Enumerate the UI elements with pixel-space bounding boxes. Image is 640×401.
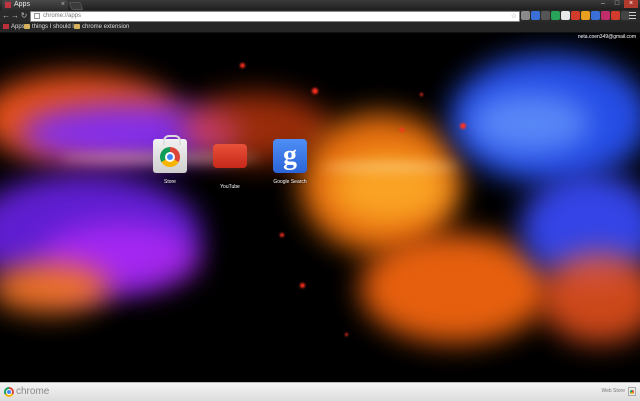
- tab-title: Apps: [14, 1, 30, 8]
- extension-icon[interactable]: [521, 11, 530, 20]
- tab-strip: Apps × – □ ×: [0, 0, 640, 10]
- extension-icon[interactable]: [611, 11, 620, 20]
- youtube-icon: [213, 144, 247, 178]
- address-bar-url[interactable]: chrome://apps: [43, 12, 81, 21]
- page-icon: [34, 13, 40, 19]
- app-label: Store: [164, 179, 176, 185]
- chrome-menu-button[interactable]: [628, 11, 637, 20]
- bookmark-star-icon[interactable]: ☆: [511, 12, 517, 21]
- app-youtube[interactable]: YouTube: [200, 139, 260, 190]
- new-tab-button[interactable]: [68, 2, 84, 10]
- bookmarks-bar: Apps things I should l... chrome extensi…: [0, 22, 640, 33]
- app-label: Google Search: [273, 179, 307, 185]
- close-window-button[interactable]: ×: [624, 0, 638, 8]
- address-bar[interactable]: chrome://apps ☆: [30, 11, 520, 22]
- bookmark-label: Apps: [11, 24, 25, 30]
- bookmark-apps[interactable]: Apps: [3, 22, 25, 32]
- apps-grid-icon: [5, 2, 11, 8]
- bookmark-label: chrome extension: [82, 24, 130, 30]
- google-search-icon: g: [273, 139, 307, 173]
- web-store-link[interactable]: Web Store: [601, 388, 625, 394]
- folder-icon: [24, 23, 30, 29]
- chrome-brand-text: chrome: [16, 386, 50, 397]
- apps-bottom-bar: chrome Web Store: [0, 382, 640, 401]
- chrome-logo-icon: [4, 387, 14, 397]
- extension-icon[interactable]: [541, 11, 550, 20]
- app-store[interactable]: Store: [140, 135, 200, 185]
- bookmark-label: things I should l...: [32, 24, 79, 30]
- bookmark-folder-chrome-extension[interactable]: chrome extension: [74, 22, 129, 32]
- chrome-web-store-icon: [153, 135, 187, 173]
- extension-icon[interactable]: [561, 11, 570, 20]
- signed-in-account[interactable]: neta.coen349@gmail.com: [578, 34, 636, 40]
- tab-apps[interactable]: Apps ×: [2, 0, 68, 10]
- apps-page: neta.coen349@gmail.com Store YouTube g G…: [0, 33, 640, 382]
- extension-icon[interactable]: [601, 11, 610, 20]
- folder-icon: [74, 23, 80, 29]
- extension-icon[interactable]: [571, 11, 580, 20]
- apps-grid-icon: [3, 23, 9, 29]
- extension-icon[interactable]: [531, 11, 540, 20]
- extension-icon[interactable]: [581, 11, 590, 20]
- reload-button[interactable]: ↻: [19, 11, 29, 21]
- app-google-search[interactable]: g Google Search: [260, 139, 320, 185]
- extension-icon[interactable]: [551, 11, 560, 20]
- web-store-icon[interactable]: [628, 387, 636, 396]
- minimize-button[interactable]: –: [596, 0, 610, 8]
- tab-close-icon[interactable]: ×: [61, 0, 65, 10]
- app-label: YouTube: [220, 184, 240, 190]
- extension-icon[interactable]: [591, 11, 600, 20]
- maximize-button[interactable]: □: [610, 0, 624, 8]
- bookmark-folder-things[interactable]: things I should l...: [24, 22, 79, 32]
- toolbar: ← → ↻ chrome://apps ☆: [0, 10, 640, 22]
